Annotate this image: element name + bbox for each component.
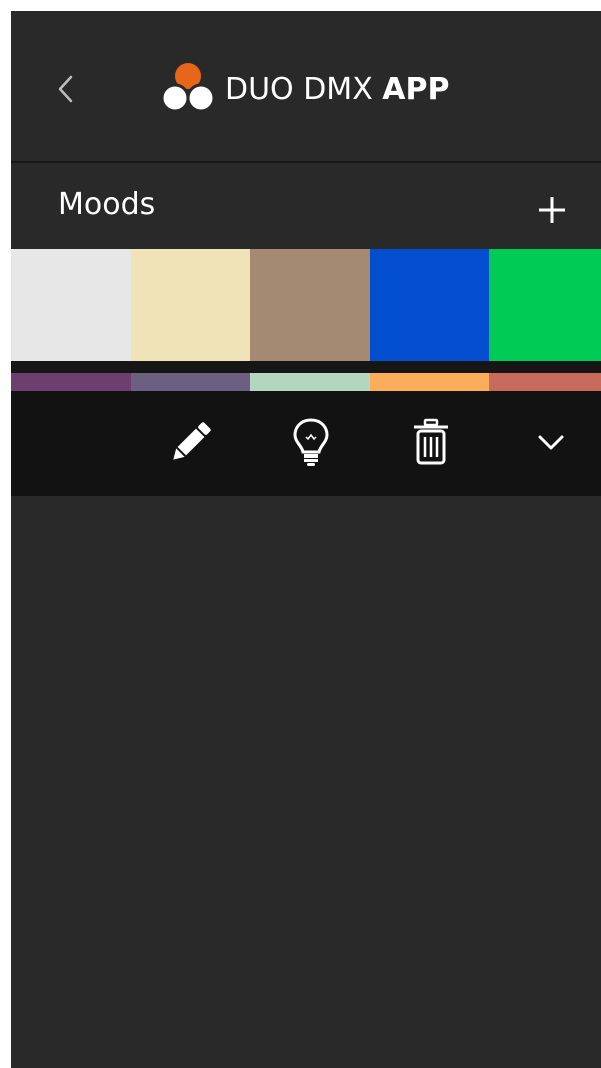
moods-section-header: Moods	[11, 163, 601, 248]
mood-swatches	[11, 249, 601, 361]
expand-button[interactable]	[523, 413, 579, 471]
chevron-left-icon	[58, 75, 73, 103]
mood-color-strip	[11, 373, 601, 391]
app-title-light: DUO DMX	[225, 71, 383, 107]
lightbulb-icon	[293, 418, 329, 466]
divider	[11, 361, 601, 373]
mood-swatch-3[interactable]	[250, 249, 370, 361]
app-title-bold: APP	[382, 71, 450, 107]
mood-swatch-2[interactable]	[130, 249, 251, 361]
three-circles-logo	[160, 63, 216, 113]
mood-swatch-1[interactable]	[11, 249, 131, 361]
mood-swatch-5[interactable]	[489, 249, 601, 361]
delete-button[interactable]	[403, 413, 459, 471]
app-title: DUO DMX APP	[225, 72, 449, 107]
chevron-down-icon	[538, 435, 564, 450]
preview-light-button[interactable]	[283, 413, 339, 471]
mood-strip-color-1[interactable]	[11, 373, 131, 391]
mood-strip-color-3[interactable]	[250, 373, 370, 391]
mood-strip-color-5[interactable]	[489, 373, 601, 391]
back-button[interactable]	[51, 69, 81, 109]
app-screen: DUO DMX APP Moods	[11, 11, 601, 1068]
moods-title: Moods	[58, 187, 156, 222]
pencil-icon	[173, 422, 211, 460]
mood-strip-color-4[interactable]	[369, 373, 490, 391]
plus-icon	[539, 197, 565, 223]
mood-swatch-4[interactable]	[369, 249, 490, 361]
mood-toolbar	[11, 391, 601, 496]
trash-icon	[414, 418, 448, 465]
brand: DUO DMX APP	[159, 61, 449, 117]
add-mood-button[interactable]	[535, 193, 569, 227]
edit-button[interactable]	[163, 413, 219, 471]
app-header: DUO DMX APP	[11, 11, 601, 163]
mood-strip-color-2[interactable]	[130, 373, 251, 391]
